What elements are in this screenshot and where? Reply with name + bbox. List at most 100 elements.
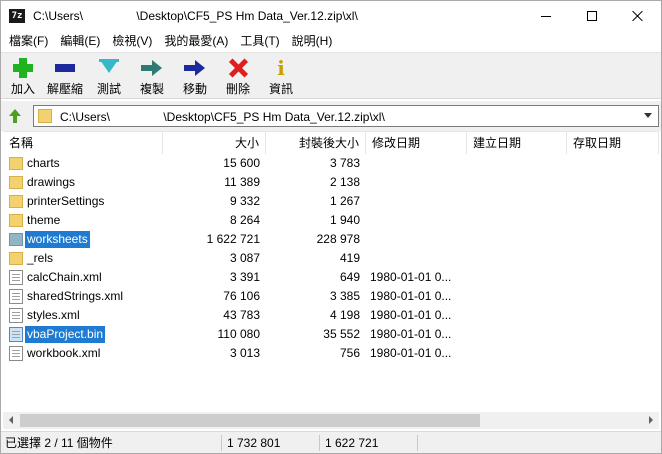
row-modified: 1980-01-01 0... (370, 308, 452, 322)
extract-label: 解壓縮 (46, 82, 83, 96)
row-packed-size: 35 552 (323, 327, 360, 341)
row-modified: 1980-01-01 0... (370, 327, 452, 341)
status-bar: 已選擇 2 / 11 個物件 1 732 801 1 622 721 (1, 431, 661, 453)
column-header-name[interactable]: 名稱 (3, 132, 163, 154)
row-size: 9 332 (229, 194, 260, 208)
up-arrow-icon (9, 109, 23, 123)
folder-icon (38, 109, 52, 123)
menu-file[interactable]: 檔案(F) (3, 31, 54, 51)
menu-edit[interactable]: 編輯(E) (54, 31, 106, 51)
add-plus-icon (11, 57, 35, 79)
row-name: vbaProject.bin (25, 326, 106, 343)
title-bar: 7z C:\Users\ \Desktop\CF5_PS Hm Data_Ver… (1, 1, 661, 31)
column-header-packed-size[interactable]: 封裝後大小 (266, 132, 366, 154)
address-field[interactable]: C:\Users\ \Desktop\CF5_PS Hm Data_Ver.12… (33, 105, 659, 127)
column-header-size[interactable]: 大小 (163, 132, 266, 154)
row-modified (370, 249, 466, 268)
address-bar: C:\Users\ \Desktop\CF5_PS Hm Data_Ver.12… (1, 101, 661, 131)
menu-view[interactable]: 檢視(V) (106, 31, 158, 51)
table-row[interactable]: theme 8 264 1 940 (3, 211, 659, 230)
up-folder-button[interactable] (5, 106, 27, 126)
app-icon: 7z (9, 9, 25, 23)
table-row[interactable]: sharedStrings.xml 76 106 3 385 1980-01-01 0… (3, 287, 659, 306)
row-modified (370, 192, 466, 211)
copy-arrow-icon (140, 57, 164, 79)
table-row[interactable]: workbook.xml 3 013 756 1980-01-01 0... (3, 344, 659, 363)
menu-favorites[interactable]: 我的最愛(A) (158, 31, 234, 51)
table-row[interactable]: printerSettings 9 332 1 267 (3, 192, 659, 211)
file-icon (9, 308, 23, 323)
menu-help[interactable]: 說明(H) (286, 31, 339, 51)
column-header-modified[interactable]: 修改日期 (366, 132, 467, 154)
row-size: 3 013 (229, 346, 260, 360)
table-row[interactable]: charts 15 600 3 783 (3, 154, 659, 173)
scroll-right-icon[interactable] (642, 412, 659, 429)
column-header-created[interactable]: 建立日期 (467, 132, 567, 154)
maximize-icon (587, 11, 597, 21)
status-divider (319, 435, 320, 451)
test-check-icon (97, 57, 121, 79)
row-packed-size: 1 267 (329, 194, 360, 208)
copy-label: 複製 (139, 82, 164, 96)
file-icon (9, 289, 23, 304)
row-size: 8 264 (229, 213, 260, 227)
row-name: workbook.xml (27, 346, 101, 360)
move-button[interactable]: 移動 (175, 57, 215, 99)
table-row[interactable]: _rels 3 087 419 (3, 249, 659, 268)
table-row[interactable]: worksheets 1 622 721 228 978 (3, 230, 659, 249)
window-title: C:\Users\ \Desktop\CF5_PS Hm Data_Ver.12… (33, 9, 358, 23)
row-name: calcChain.xml (27, 270, 102, 284)
file-list[interactable]: 名稱 大小 封裝後大小 修改日期 建立日期 存取日期 charts 15 600 3… (3, 131, 659, 431)
row-modified (370, 173, 466, 192)
row-packed-size: 419 (339, 251, 360, 265)
row-modified: 1980-01-01 0... (370, 270, 452, 284)
scrollbar-thumb[interactable] (20, 414, 480, 427)
horizontal-scrollbar[interactable] (3, 412, 659, 429)
test-button[interactable]: 測試 (89, 57, 129, 99)
row-name: charts (27, 156, 60, 170)
row-name: worksheets (25, 231, 90, 248)
move-arrow-icon (183, 57, 207, 79)
close-icon (632, 10, 644, 22)
row-packed-size: 756 (339, 346, 360, 360)
move-label: 移動 (182, 82, 207, 96)
row-size: 3 087 (229, 251, 260, 265)
chevron-down-icon[interactable] (644, 113, 652, 118)
info-icon: i (277, 56, 285, 80)
folder-icon (9, 176, 23, 189)
table-row[interactable]: vbaProject.bin 110 080 35 552 1980-01-01 0.… (3, 325, 659, 344)
row-size: 11 389 (224, 175, 260, 189)
table-row[interactable]: calcChain.xml 3 391 649 1980-01-01 0... (3, 268, 659, 287)
file-icon (9, 346, 23, 361)
minimize-button[interactable] (523, 1, 569, 31)
column-header-row: 名稱 大小 封裝後大小 修改日期 建立日期 存取日期 (3, 132, 659, 154)
row-name: printerSettings (27, 194, 105, 208)
row-name: _rels (27, 251, 54, 265)
row-packed-size: 4 198 (329, 308, 360, 322)
delete-button[interactable]: 刪除 (218, 57, 258, 99)
row-modified: 1980-01-01 0... (370, 346, 452, 360)
status-divider (221, 435, 222, 451)
test-label: 測試 (96, 82, 121, 96)
file-manager-window: 7z C:\Users\ \Desktop\CF5_PS Hm Data_Ver… (0, 0, 662, 454)
copy-button[interactable]: 複製 (132, 57, 172, 99)
add-button[interactable]: 加入 (3, 57, 43, 99)
row-size: 15 600 (223, 156, 260, 170)
menu-tools[interactable]: 工具(T) (234, 31, 285, 51)
close-button[interactable] (615, 1, 661, 31)
table-row[interactable]: styles.xml 43 783 4 198 1980-01-01 0... (3, 306, 659, 325)
folder-icon (9, 157, 23, 170)
menu-bar: 檔案(F) 編輯(E) 檢視(V) 我的最愛(A) 工具(T) 說明(H) (1, 31, 661, 51)
scroll-left-icon[interactable] (3, 412, 20, 429)
table-row[interactable]: drawings 11 389 2 138 (3, 173, 659, 192)
row-name: sharedStrings.xml (27, 289, 124, 303)
row-packed-size: 3 385 (329, 289, 360, 303)
column-header-accessed[interactable]: 存取日期 (567, 132, 659, 154)
info-button[interactable]: i 資訊 (261, 57, 301, 99)
extract-button[interactable]: 解壓縮 (45, 57, 85, 99)
status-divider (417, 435, 418, 451)
maximize-button[interactable] (569, 1, 615, 31)
status-selected-size: 1 622 721 (325, 436, 379, 450)
row-modified (370, 211, 466, 230)
status-selection: 已選擇 2 / 11 個物件 (5, 436, 113, 450)
